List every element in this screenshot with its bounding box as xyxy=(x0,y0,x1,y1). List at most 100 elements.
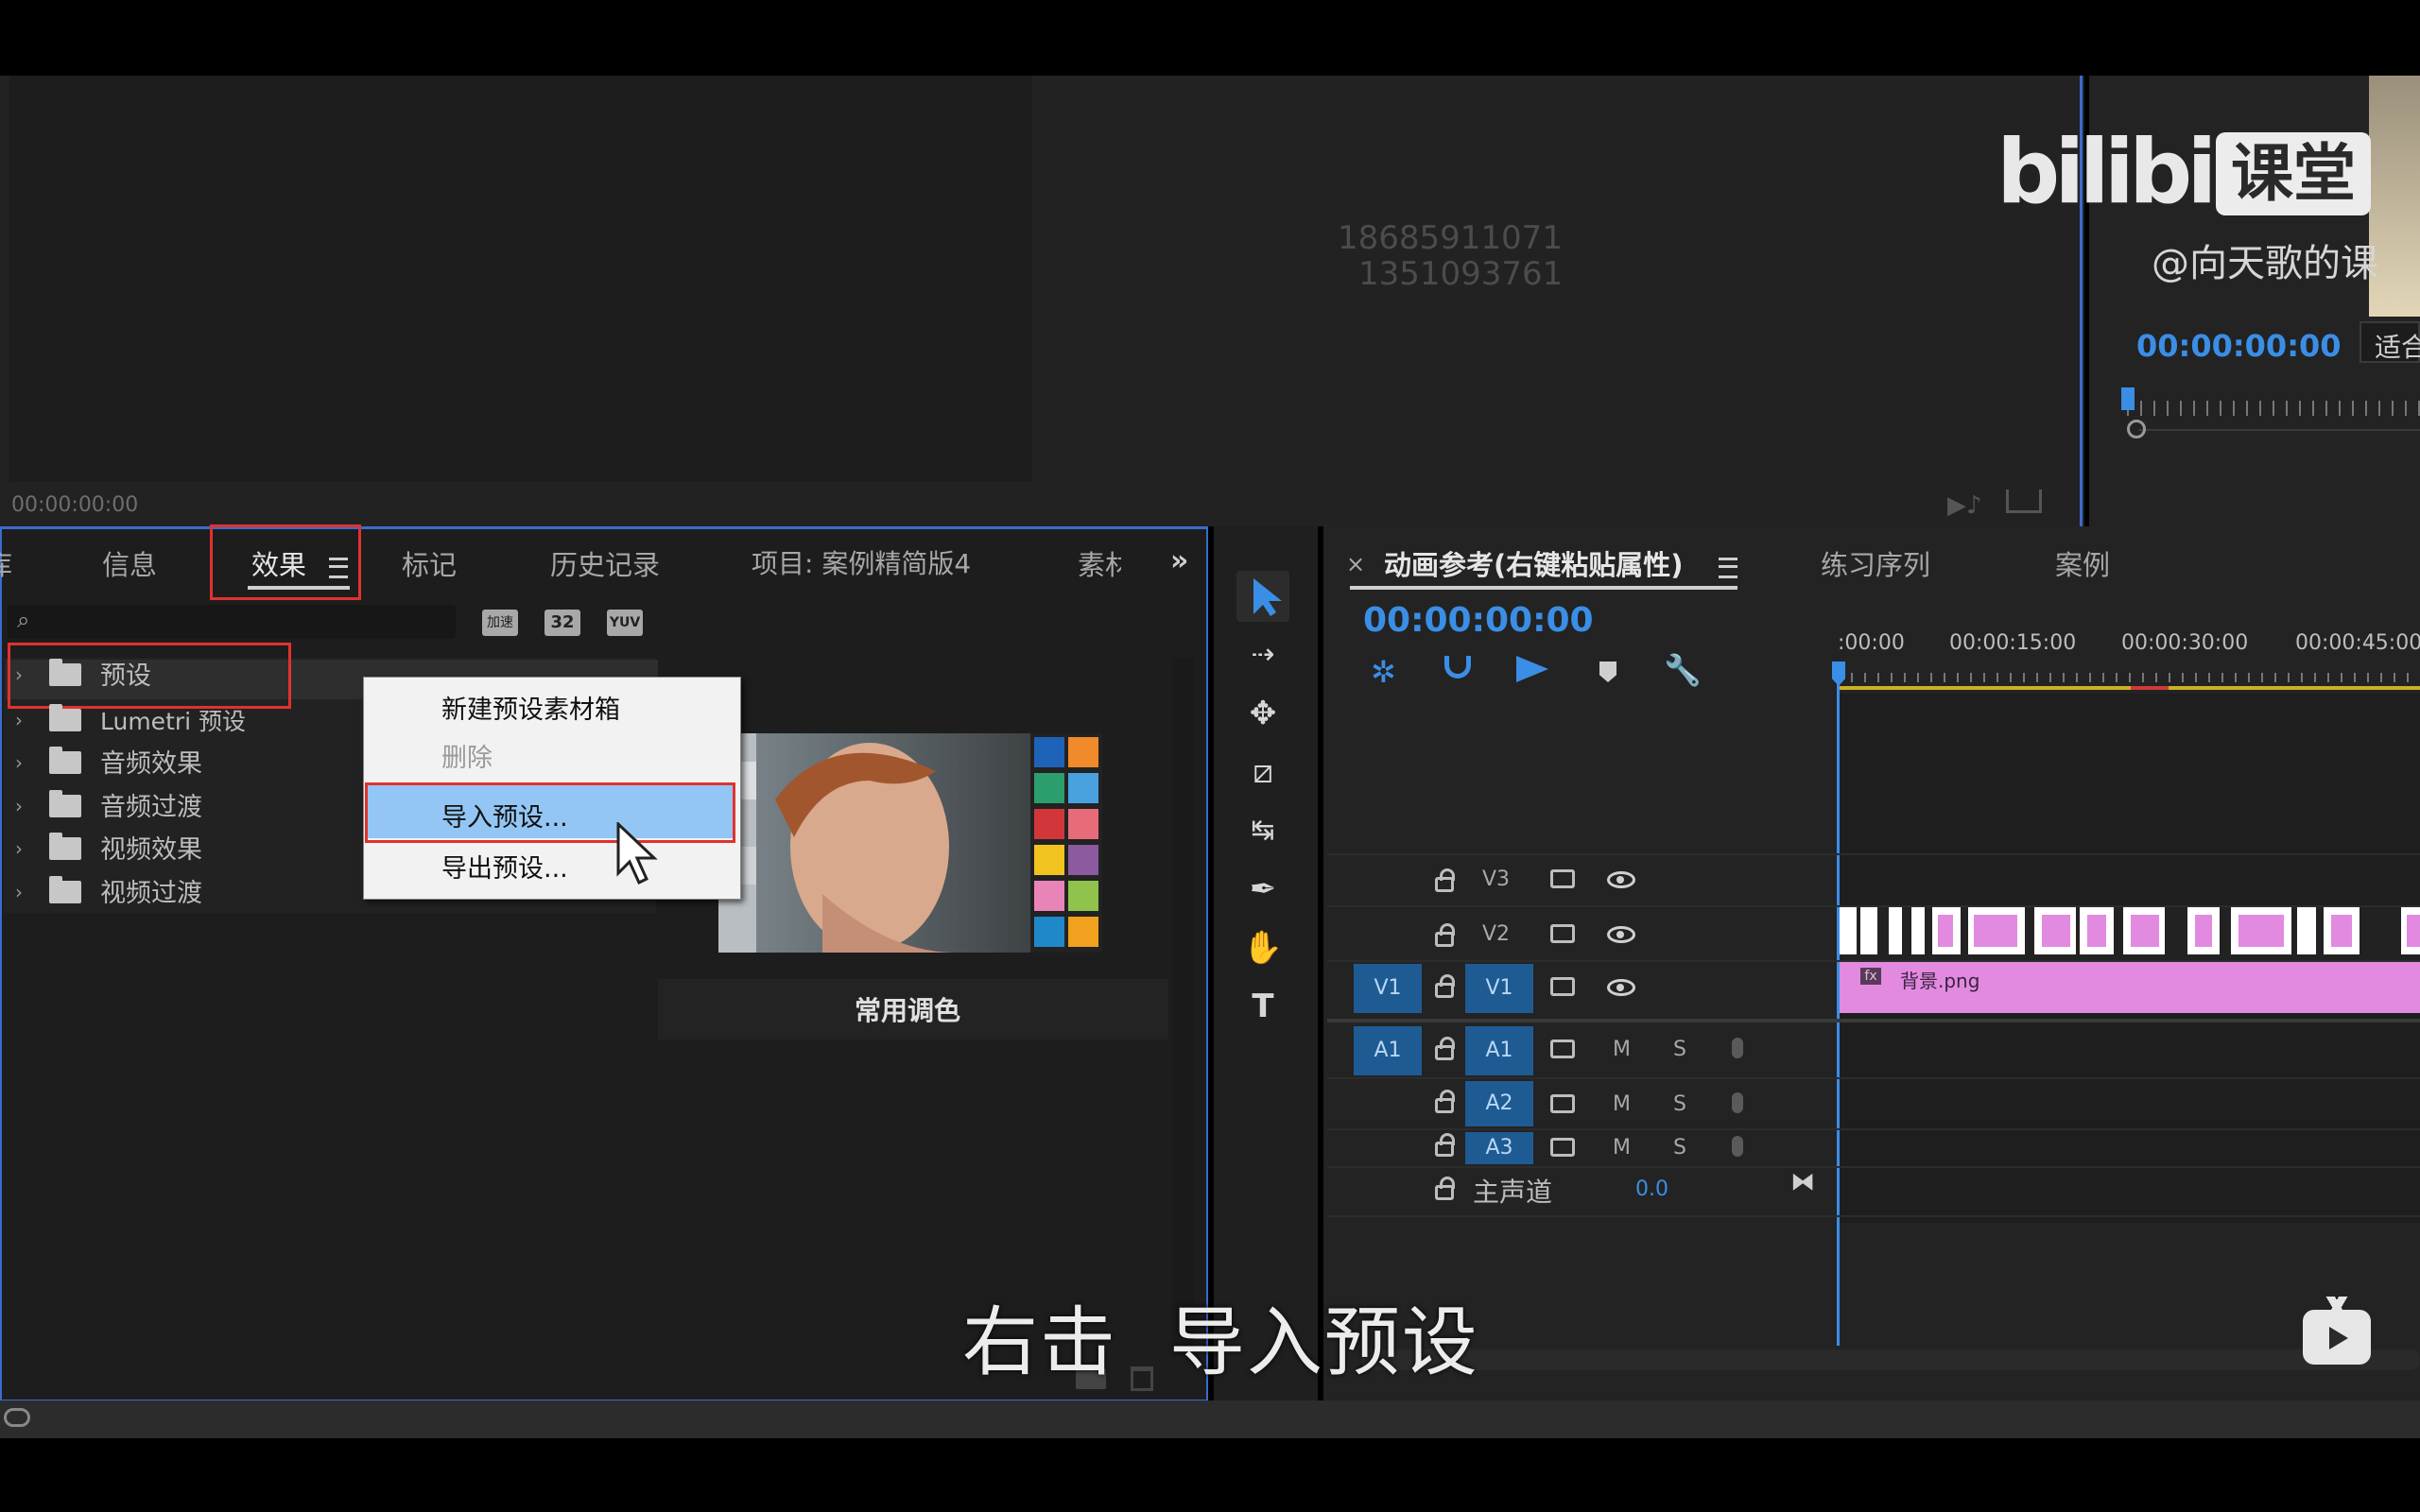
effects-scrollbar[interactable] xyxy=(1172,658,1195,1357)
selection-tool-icon[interactable] xyxy=(1248,576,1286,618)
clip-segment[interactable] xyxy=(1889,907,1902,954)
source-patch-v1[interactable]: V1 xyxy=(1354,964,1422,1013)
clip-segment[interactable] xyxy=(2297,907,2316,954)
sync-lock-icon[interactable] xyxy=(1550,1138,1575,1157)
track-select-tool-icon[interactable]: ⇢ xyxy=(1236,631,1289,679)
program-scrub-line xyxy=(2138,429,2420,431)
sync-lock-icon[interactable] xyxy=(1550,924,1575,943)
tab-effects-highlight xyxy=(210,524,361,600)
program-scrub-handle[interactable] xyxy=(2127,420,2146,438)
track-headers xyxy=(1327,690,1834,1219)
go-to-in-out-icon[interactable]: ⧓ xyxy=(1790,1168,1815,1196)
clip-fill xyxy=(2087,915,2106,947)
source-patch-a1[interactable]: A1 xyxy=(1354,1026,1422,1075)
export-frame-icon[interactable] xyxy=(2006,490,2042,513)
mute-button[interactable]: M xyxy=(1613,1136,1631,1160)
menu-item-export-presets[interactable]: 导出预设... xyxy=(441,848,568,885)
tab-info[interactable]: 信息 xyxy=(102,543,157,583)
solo-button[interactable]: S xyxy=(1673,1092,1686,1116)
slip-tool-icon[interactable]: ↹ xyxy=(1236,807,1289,854)
source-monitor-frame xyxy=(9,76,1032,482)
chevron-right-icon[interactable]: › xyxy=(15,709,23,731)
clip-segment[interactable] xyxy=(1840,907,1857,954)
master-volume-value[interactable]: 0.0 xyxy=(1635,1177,1668,1201)
lock-icon[interactable] xyxy=(1435,1037,1455,1060)
menu-item-new-preset-bin[interactable]: 新建预设素材箱 xyxy=(441,689,620,726)
ripple-edit-tool-icon[interactable]: ✥ xyxy=(1236,690,1289,737)
lock-icon[interactable] xyxy=(1435,923,1455,947)
timeline-tab-case[interactable]: 案例 xyxy=(2055,543,2110,583)
sync-lock-icon[interactable] xyxy=(1550,869,1575,888)
voiceover-mic-icon[interactable] xyxy=(1732,1136,1743,1157)
tab-project[interactable]: 项目: 案例精简版4 xyxy=(752,543,971,581)
tree-item-label: 音频效果 xyxy=(100,749,202,779)
lock-icon[interactable] xyxy=(1435,1090,1455,1113)
ruler-ticks xyxy=(1838,673,2420,682)
pen-tool-icon[interactable]: ✒ xyxy=(1236,866,1289,913)
accelerated-effects-filter[interactable]: 加速 xyxy=(482,610,518,636)
clip-segment[interactable] xyxy=(1860,907,1877,954)
track-name-v2[interactable]: V2 xyxy=(1482,922,1510,946)
v1-clip-background-png[interactable]: fx 背景.png xyxy=(1840,962,2420,1013)
razor-tool-icon[interactable]: ⧄ xyxy=(1236,748,1289,796)
effects-search-input[interactable]: ⌕ xyxy=(8,605,456,639)
tab-markers[interactable]: 标记 xyxy=(402,543,457,583)
program-timecode[interactable]: 00:00:00:00 xyxy=(2136,328,2342,364)
work-area-bar[interactable] xyxy=(1838,686,2420,690)
tab-media[interactable]: 素材 xyxy=(1078,543,1121,583)
timeline-close-icon[interactable]: × xyxy=(1346,551,1365,577)
lock-icon[interactable] xyxy=(1435,974,1455,998)
timeline-tab-practice[interactable]: 练习序列 xyxy=(1821,543,1930,583)
bilibili-tv-icon xyxy=(2303,1310,2371,1365)
type-tool-icon[interactable]: T xyxy=(1236,983,1289,1030)
voiceover-mic-icon[interactable] xyxy=(1732,1092,1743,1113)
clip-fill xyxy=(2131,915,2159,947)
timeline-tab-menu-icon[interactable] xyxy=(1719,558,1737,578)
timeline-timecode[interactable]: 00:00:00:00 xyxy=(1363,601,1594,640)
timeline-tab-active[interactable]: 动画参考(右键粘贴属性) xyxy=(1384,543,1684,583)
chevron-right-icon[interactable]: › xyxy=(15,795,23,817)
yuv-filter[interactable]: YUV xyxy=(607,610,643,636)
fit-dropdown[interactable]: 适合 xyxy=(2360,321,2420,363)
voiceover-mic-icon[interactable] xyxy=(1732,1038,1743,1058)
solo-button[interactable]: S xyxy=(1673,1136,1686,1160)
panel-overflow-icon[interactable]: » xyxy=(1170,544,1188,577)
sync-lock-icon[interactable] xyxy=(1550,977,1575,996)
32bit-filter[interactable]: 32 xyxy=(544,610,580,636)
lock-icon[interactable] xyxy=(1435,1177,1455,1200)
track-name-a1[interactable]: A1 xyxy=(1465,1026,1533,1075)
audio-play-icon[interactable]: ▶♪ xyxy=(1947,491,1982,520)
clip-segment[interactable] xyxy=(1911,907,1925,954)
menu-item-delete[interactable]: 删除 xyxy=(441,737,493,774)
chevron-right-icon[interactable]: › xyxy=(15,837,23,860)
author-watermark: @向天歌的课 xyxy=(2152,242,2378,285)
mute-button[interactable]: M xyxy=(1613,1038,1631,1061)
nest-toggle-icon[interactable]: ✲ xyxy=(1371,654,1396,690)
sync-lock-icon[interactable] xyxy=(1550,1040,1575,1058)
eye-icon[interactable] xyxy=(1607,871,1635,888)
clip-fill xyxy=(1974,915,2017,947)
eye-icon[interactable] xyxy=(1607,979,1635,996)
chevron-right-icon[interactable]: › xyxy=(15,751,23,774)
effects-top-line xyxy=(0,526,1208,529)
track-name-a2[interactable]: A2 xyxy=(1465,1081,1533,1126)
video-audio-divider xyxy=(1327,1019,2420,1022)
eye-icon[interactable] xyxy=(1607,926,1635,943)
lock-icon[interactable] xyxy=(1435,868,1455,892)
track-row-a2-line xyxy=(1327,1128,2420,1130)
solo-button[interactable]: S xyxy=(1673,1038,1686,1061)
track-name-a3[interactable]: A3 xyxy=(1465,1132,1533,1164)
mute-button[interactable]: M xyxy=(1613,1092,1631,1116)
sync-lock-icon[interactable] xyxy=(1550,1094,1575,1113)
track-name-v1[interactable]: V1 xyxy=(1465,964,1533,1013)
timeline-h-scrollbar[interactable] xyxy=(1361,1349,2420,1370)
tab-library[interactable]: 库 xyxy=(0,543,12,583)
hand-tool-icon[interactable]: ✋ xyxy=(1236,924,1289,971)
lock-icon[interactable] xyxy=(1435,1133,1455,1157)
chevron-right-icon[interactable]: › xyxy=(15,881,23,903)
creative-cloud-sync-icon[interactable] xyxy=(4,1408,30,1427)
timeline-settings-wrench-icon[interactable]: 🔧 xyxy=(1664,652,1702,688)
track-name-v3[interactable]: V3 xyxy=(1482,868,1510,891)
program-playhead-marker[interactable] xyxy=(2121,387,2135,410)
tab-history[interactable]: 历史记录 xyxy=(550,543,660,583)
